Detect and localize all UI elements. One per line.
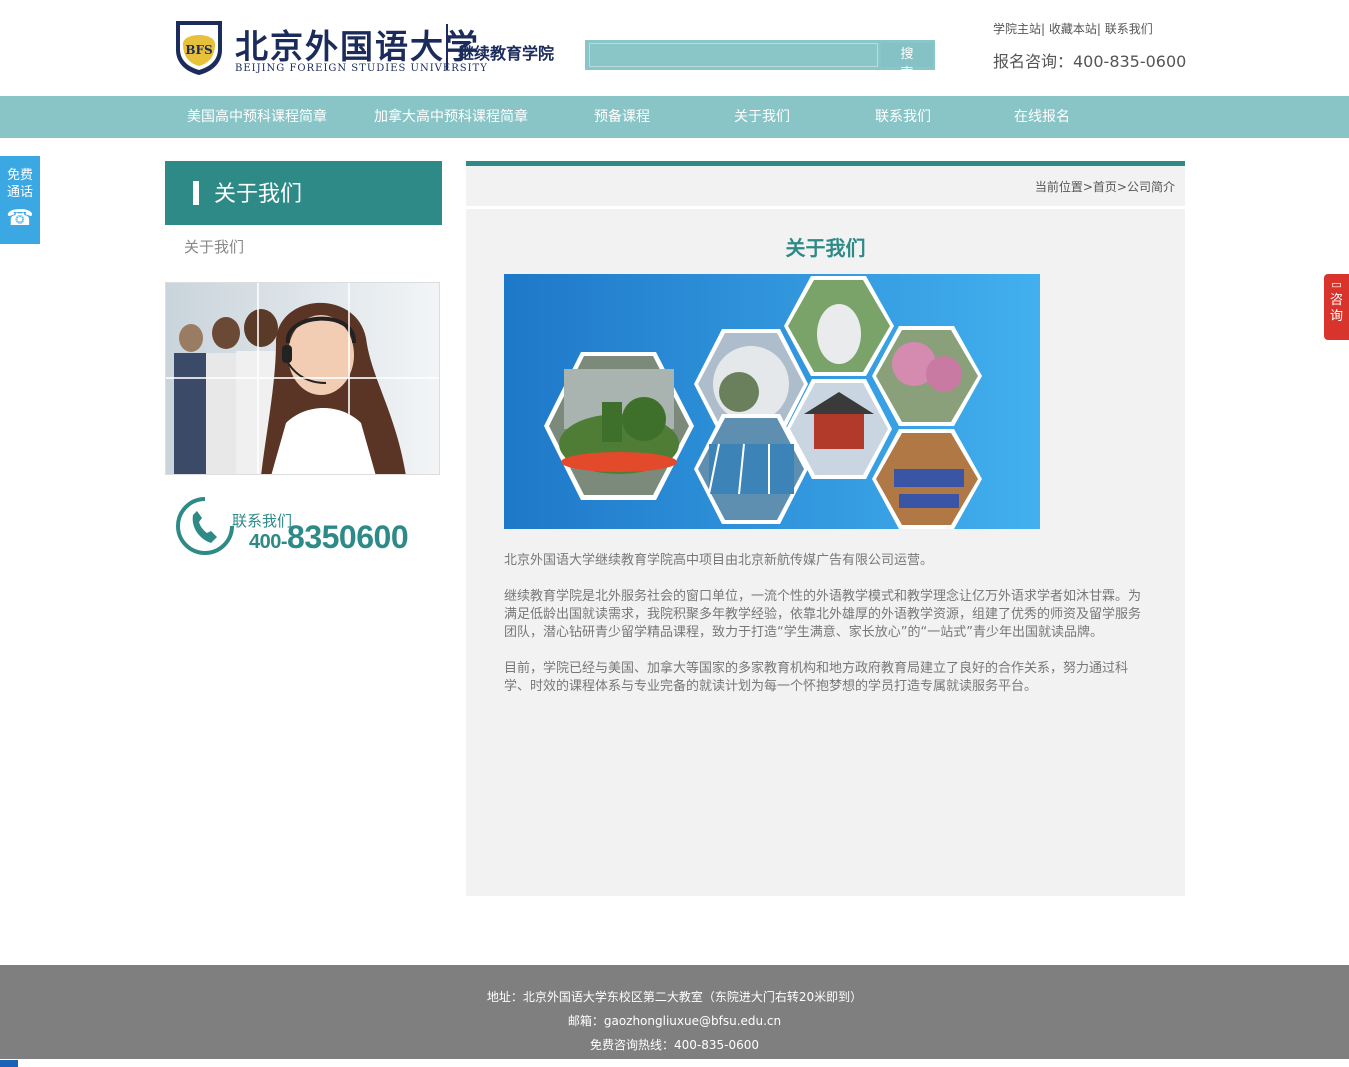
about-paragraph-2: 继续教育学院是北外服务社会的窗口单位，一流个性的外语教学模式和教学理念让亿万外语… [504, 589, 1142, 640]
contact-prefix: 400- [249, 531, 288, 553]
search-input[interactable] [589, 43, 878, 67]
sidebar-title-text: 关于我们 [214, 182, 303, 207]
breadcrumb: 当前位置>首页>公司简介 [1034, 180, 1175, 194]
nav-item-canada-program[interactable]: 加拿大高中预科课程简章 [374, 96, 528, 138]
bookmark-link[interactable]: 收藏本站 [1049, 22, 1097, 36]
phone-icon [176, 497, 234, 555]
nav-item-apply[interactable]: 在线报名 [1014, 96, 1070, 138]
contact-number: 400-8350600 [249, 519, 409, 556]
page-title: 关于我们 [785, 236, 866, 260]
customer-service-photo [165, 282, 440, 475]
sidebar-contact-box[interactable]: 联系我们 400-8350600 [173, 493, 433, 563]
footer-address: 地址：北京外国语大学东校区第二大教室（东院进大门右转20米即到） [486, 990, 863, 1004]
header-hotline: 报名咨询：400-835-0600 [993, 52, 1187, 71]
consult-label: 咨询 [1329, 293, 1343, 324]
search-bar: 搜 索 [585, 40, 935, 81]
nav-item-prep-courses[interactable]: 预备课程 [594, 96, 650, 138]
breadcrumb-home[interactable]: 首页 [1093, 180, 1117, 194]
nav-item-about[interactable]: 关于我们 [734, 96, 790, 138]
logo-subtitle: 继续教育学院 [458, 44, 555, 63]
campus-banner-image [504, 274, 1040, 529]
telephone-icon: ☎ [6, 206, 34, 231]
consult-widget[interactable]: ▭ 咨询 [1324, 274, 1349, 340]
breadcrumb-current[interactable]: 公司简介 [1127, 180, 1175, 194]
content-panel: 关于我们 北京外国语大学继续教育学院高中项目由北京新航传媒广告有限公司运营。 继… [466, 209, 1185, 896]
contact-link[interactable]: 联系我们 [1105, 22, 1153, 36]
contact-digits: 8350600 [287, 519, 409, 555]
site-footer: 地址：北京外国语大学东校区第二大教室（东院进大门右转20米即到） 邮箱：gaoz… [0, 965, 1349, 1059]
site-header: BFS 北京外国语大学 Beijing Foreign Studies Univ… [0, 0, 1349, 96]
main-site-link[interactable]: 学院主站 [993, 22, 1041, 36]
university-seal-icon: BFS [176, 21, 222, 75]
logo-divider [446, 24, 448, 70]
call-center-image [166, 283, 439, 474]
sidebar-title: 关于我们 [165, 161, 442, 225]
free-call-widget[interactable]: 免费 通话 ☎ [0, 156, 40, 244]
logo-english-name: Beijing Foreign Studies University [235, 63, 488, 74]
search-button[interactable]: 搜 索 [881, 43, 933, 81]
sidebar-item-about[interactable]: 关于我们 [184, 236, 244, 257]
footer-email: 邮箱：gaozhongliuxue@bfsu.edu.cn [567, 1014, 782, 1028]
nav-item-contact[interactable]: 联系我们 [875, 96, 931, 138]
top-links: 学院主站| 收藏本站| 联系我们 [993, 22, 1153, 36]
main-nav: 美国高中预科课程简章 加拿大高中预科课程简章 预备课程 关于我们 联系我们 在线… [0, 96, 1349, 138]
chat-icon: ▭ [1331, 278, 1342, 291]
nav-item-us-program[interactable]: 美国高中预科课程简章 [187, 96, 327, 138]
campus-hexagon-collage [504, 274, 1040, 529]
free-call-line1: 免费 [6, 168, 33, 183]
sidebar-title-marker [193, 181, 199, 205]
footer-hotline: 免费咨询热线：400-835-0600 [589, 1038, 759, 1052]
breadcrumb-label: 当前位置 [1034, 180, 1083, 194]
corner-badge-icon [0, 1060, 18, 1067]
free-call-line2: 通话 [6, 185, 33, 200]
svg-text:BFS: BFS [185, 43, 212, 57]
about-paragraph-3: 目前，学院已经与美国、加拿大等国家的多家教育机构和地方政府教育局建立了良好的合作… [504, 661, 1129, 694]
about-paragraph-1: 北京外国语大学继续教育学院高中项目由北京新航传媒广告有限公司运营。 [504, 553, 934, 568]
breadcrumb-bar: 当前位置>首页>公司简介 [466, 166, 1185, 206]
logo-chinese-name: 北京外国语大学 [235, 27, 480, 66]
